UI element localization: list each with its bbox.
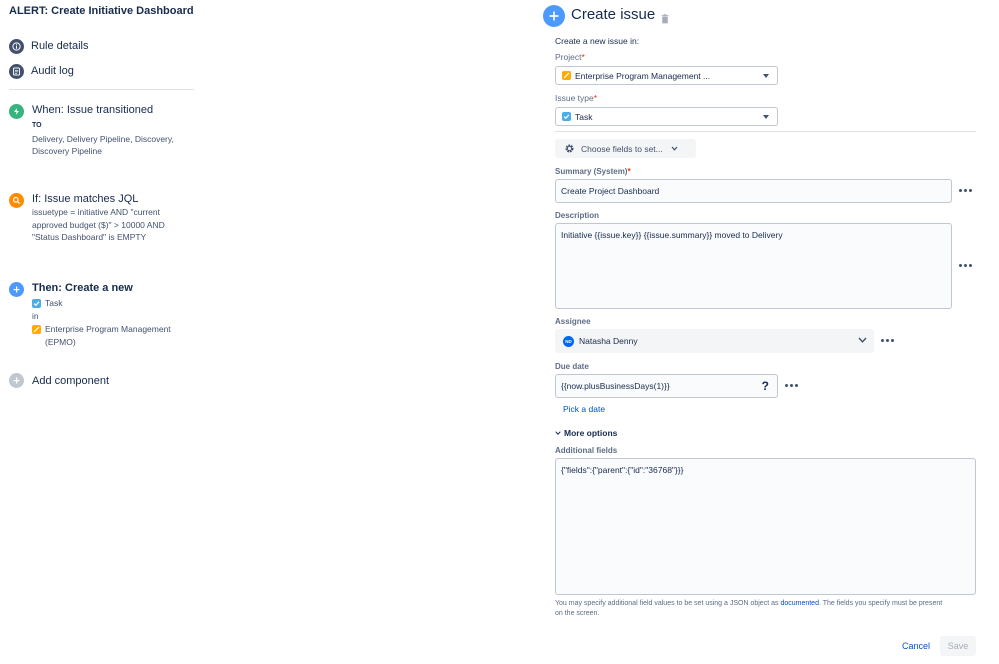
assignee-more-icon[interactable]: [881, 339, 894, 342]
pick-date-link[interactable]: Pick a date: [563, 404, 605, 414]
cancel-button[interactable]: Cancel: [902, 641, 930, 651]
log-icon: [9, 63, 24, 79]
rule-title: ALERT: Create Initiative Dashboard: [9, 5, 194, 17]
save-button[interactable]: Save: [940, 636, 976, 656]
assignee-select[interactable]: ND Natasha Denny: [555, 329, 874, 353]
trigger-step[interactable]: When: Issue transitioned TO Delivery, De…: [9, 104, 199, 158]
condition-heading: If: Issue matches JQL: [32, 193, 139, 205]
add-component-label: Add component: [32, 374, 110, 387]
additional-fields-value: {"fields":{"parent":{"id":"36768"}}}: [561, 465, 684, 475]
choose-fields-button[interactable]: Choose fields to set...: [555, 139, 696, 158]
required-marker: *: [581, 52, 585, 62]
more-options-toggle[interactable]: More options: [555, 428, 617, 438]
issue-type-select[interactable]: Task: [555, 107, 778, 126]
action-step[interactable]: Then: Create a new Task in Enterprise Pr…: [9, 282, 199, 348]
trigger-to-label: TO: [32, 122, 42, 129]
task-checkbox-icon: [562, 112, 571, 121]
condition-jql-line3: "Status Dashboard" is EMPTY: [32, 232, 147, 242]
due-date-input[interactable]: {{now.plusBusinessDays(1)}} ?: [555, 374, 778, 398]
nav-rule-details[interactable]: Rule details: [9, 37, 88, 55]
additional-help-text: You may specify additional field values …: [555, 599, 979, 618]
condition-step[interactable]: If: Issue matches JQL issuetype = initia…: [9, 193, 199, 244]
nav-rule-details-label: Rule details: [31, 40, 89, 52]
chevron-down-icon: [763, 114, 769, 119]
help-icon[interactable]: ?: [762, 379, 769, 393]
required-marker: *: [627, 167, 631, 176]
task-checkbox-icon: [32, 298, 41, 308]
trigger-statuses-2: Discovery Pipeline: [32, 146, 102, 156]
issue-type-label: Issue type: [555, 93, 594, 103]
additional-fields-label: Additional fields: [555, 446, 618, 455]
project-label-wrap: Project*: [555, 52, 585, 62]
summary-input[interactable]: Create Project Dashboard: [555, 179, 952, 203]
due-date-value: {{now.plusBusinessDays(1)}}: [561, 381, 670, 391]
action-heading: Then: Create a new: [32, 282, 133, 294]
assignee-label: Assignee: [555, 317, 591, 326]
condition-jql-line1: issuetype = initiative AND "current: [32, 207, 160, 217]
create-issue-icon: [543, 5, 565, 27]
left-divider: [9, 89, 194, 90]
due-date-label: Due date: [555, 362, 589, 371]
action-project-line1: Enterprise Program Management: [45, 324, 171, 334]
trigger-statuses: Delivery, Delivery Pipeline, Discovery,: [32, 133, 174, 144]
action-project-line2: (EPMO): [45, 336, 76, 347]
chevron-down-icon: [763, 73, 769, 78]
project-icon: [562, 71, 571, 80]
chevron-down-icon: [858, 337, 867, 343]
section-divider: [555, 131, 976, 132]
create-in-label: Create a new issue in:: [555, 36, 640, 46]
help-text-1: You may specify additional field values …: [555, 600, 781, 607]
chevron-down-icon: [671, 146, 678, 151]
condition-jql-line2: approved budget ($)" > 10000 AND: [32, 219, 165, 230]
trash-icon[interactable]: [661, 11, 669, 29]
description-more-icon[interactable]: [959, 264, 972, 267]
issue-type-label-wrap: Issue type*: [555, 93, 597, 103]
required-marker: *: [593, 93, 598, 103]
description-textarea[interactable]: Initiative {{issue.key}} {{issue.summary…: [555, 223, 952, 309]
description-label: Description: [555, 211, 600, 220]
summary-label-wrap: Summary (System)*: [555, 167, 631, 176]
summary-label: Summary (System): [555, 167, 628, 176]
chevron-down-icon: [555, 431, 561, 435]
additional-fields-textarea[interactable]: {"fields":{"parent":{"id":"36768"}}}: [555, 458, 976, 595]
due-date-more-icon[interactable]: [785, 384, 798, 387]
choose-fields-label: Choose fields to set...: [581, 143, 663, 154]
more-options-label: More options: [564, 428, 618, 438]
trigger-heading: When: Issue transitioned: [32, 104, 154, 116]
plus-icon: [9, 282, 24, 297]
documented-link[interactable]: documented: [780, 600, 819, 607]
help-text-2: . The fields you specify must be present: [818, 600, 943, 607]
description-value: Initiative {{issue.key}} {{issue.summary…: [561, 230, 783, 240]
project-label: Project: [555, 52, 582, 62]
project-select[interactable]: Enterprise Program Management ...: [555, 66, 778, 85]
nav-audit-log[interactable]: Audit log: [9, 62, 74, 80]
add-icon: [9, 373, 24, 388]
project-select-value: Enterprise Program Management ...: [575, 70, 711, 81]
assignee-value: Natasha Denny: [579, 336, 638, 346]
summary-value: Create Project Dashboard: [561, 186, 660, 196]
gear-icon: [564, 143, 575, 154]
project-icon: [32, 325, 41, 334]
summary-more-icon[interactable]: [959, 189, 972, 192]
avatar: ND: [563, 335, 574, 347]
nav-audit-log-label: Audit log: [31, 65, 74, 77]
action-issue-type: Task: [45, 298, 63, 308]
search-icon: [9, 193, 24, 208]
issue-type-select-value: Task: [575, 111, 593, 122]
page-title: Create issue: [571, 6, 656, 23]
add-component-button[interactable]: Add component: [9, 373, 109, 388]
info-icon: [9, 38, 24, 54]
help-text-3: on the screen.: [555, 609, 600, 617]
trigger-icon: [9, 104, 24, 119]
action-in-label: in: [32, 310, 39, 321]
